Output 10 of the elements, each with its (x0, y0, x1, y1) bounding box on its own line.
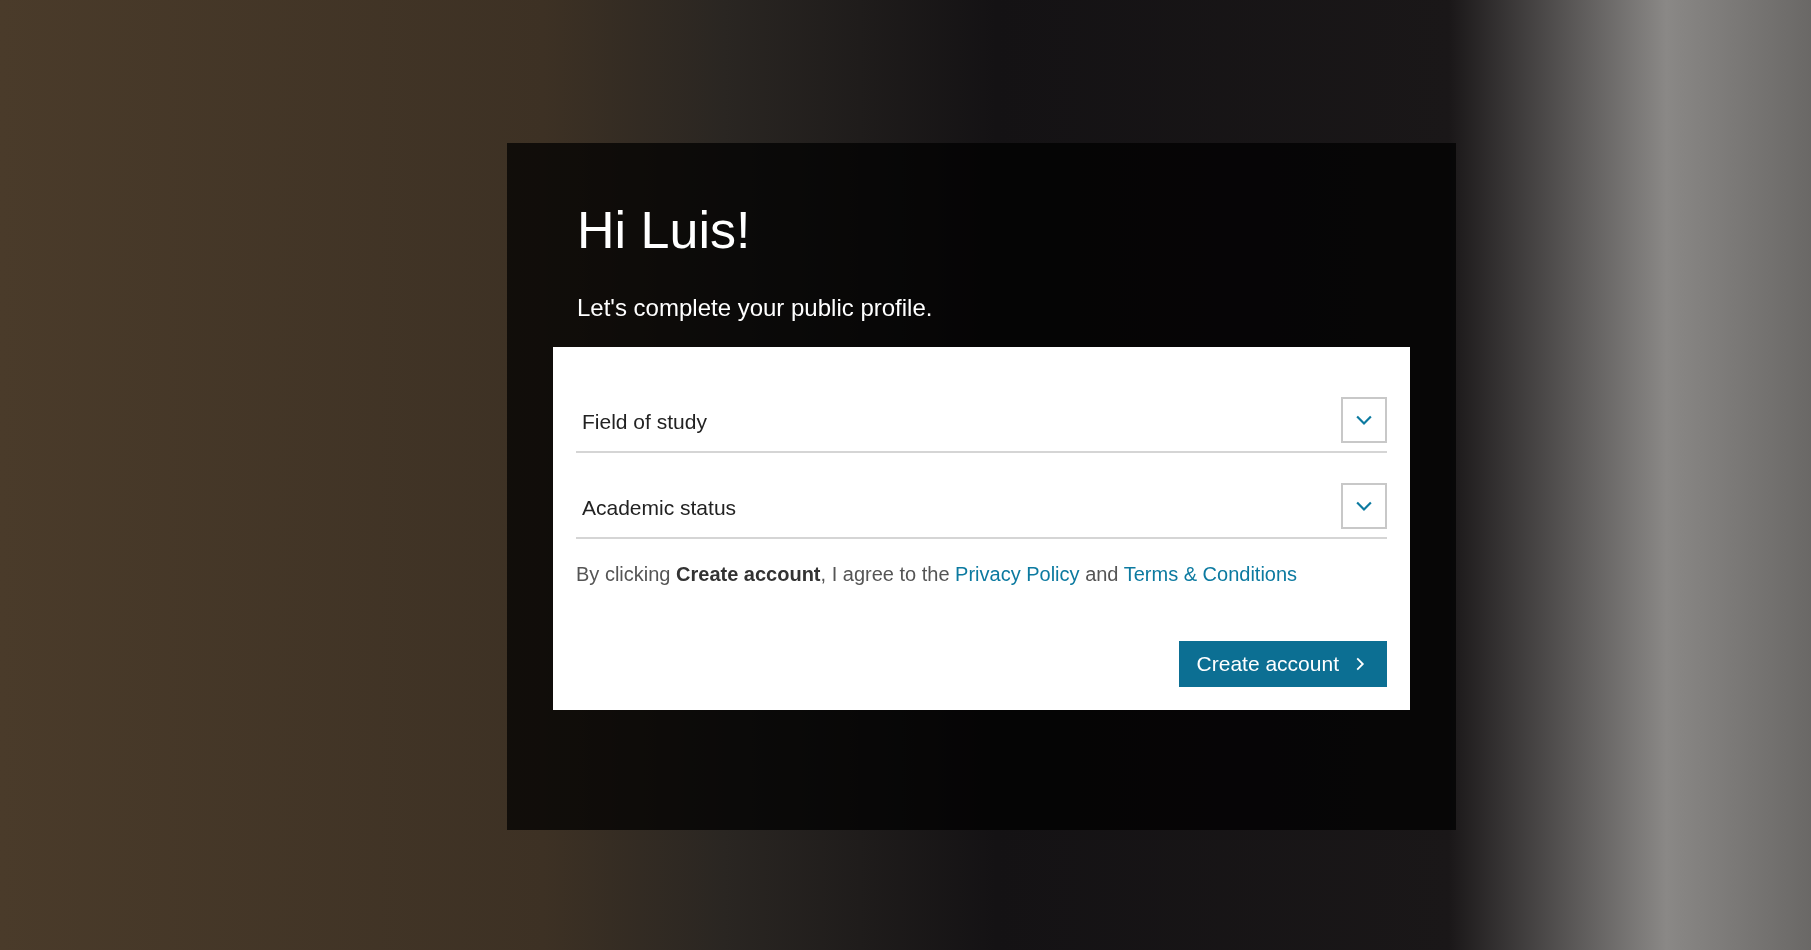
consent-text: By clicking Create account, I agree to the Privacy Policy and Terms & Conditions (576, 562, 1299, 587)
policy-link[interactable]: Terms & Conditions (1123, 563, 1298, 585)
policy-link[interactable]: Privacy Policy (955, 563, 1080, 585)
subtitle-text: Let's complete your public profile. (577, 293, 934, 323)
dropdown-toggle[interactable] (1341, 483, 1387, 529)
greeting-heading: Hi Luis! (577, 200, 752, 261)
dropdown-field[interactable]: Academic status (576, 479, 1387, 539)
dropdown-field[interactable]: Field of study (576, 393, 1387, 453)
create-account-button[interactable]: Create account (1178, 641, 1387, 687)
dropdown-toggle[interactable] (1341, 397, 1387, 443)
